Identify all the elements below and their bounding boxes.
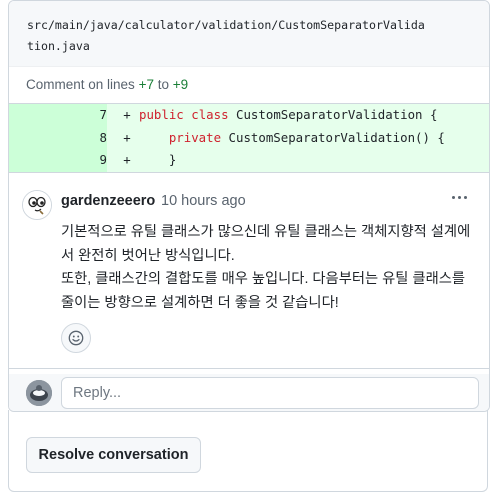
current-user-avatar [26, 380, 52, 406]
author-avatar-image [23, 191, 51, 220]
comment-on-to: to [153, 77, 173, 92]
reply-area [9, 374, 489, 411]
code-rest: } [168, 152, 177, 168]
review-thread-card: src/main/java/calculator/validation/Cust… [8, 0, 490, 412]
keyword: private [168, 129, 222, 145]
diff-code: private CustomSeparatorValidation() { [139, 127, 445, 150]
comment-on-prefix: Comment on lines [26, 77, 139, 92]
diff-add-sign: + [123, 152, 131, 168]
diff-line-number: 9 [9, 149, 107, 173]
file-path-line-1: src/main/java/calculator/validation/Cust… [27, 18, 425, 32]
author-avatar[interactable] [22, 190, 52, 221]
smiley-icon[interactable] [61, 323, 91, 354]
diff-line: 7 + public class CustomSeparatorValidati… [9, 104, 489, 127]
diff-hunk: 7 + public class CustomSeparatorValidati… [9, 104, 489, 174]
keyword: class [191, 107, 229, 122]
review-comment: gardenzeeero 10 hours ago 기본적으로 유틸 클래스가 … [9, 173, 489, 370]
comment-timestamp[interactable]: 10 hours ago [161, 193, 246, 209]
comment-paragraph: 기본적으로 유틸 클래스가 많으신데 유틸 클래스는 객체지향적 설계에서 완전… [61, 224, 471, 264]
diff-line-number: 7 [9, 104, 107, 127]
diff-line-number: 8 [9, 126, 107, 150]
comment-paragraph: 또한, 클래스간의 결합도를 매우 높입니다. 다음부터는 유틸 클래스를 줄이… [61, 271, 466, 311]
code-rest: CustomSeparatorValidation { [236, 107, 438, 122]
line-start-ref[interactable]: +7 [139, 77, 154, 92]
comment-body: 기본적으로 유틸 클래스가 많으신데 유틸 클래스는 객체지향적 설계에서 완전… [61, 221, 481, 315]
line-end-ref[interactable]: +9 [173, 77, 188, 92]
file-path-header: src/main/java/calculator/validation/Cust… [9, 1, 489, 67]
reply-input[interactable] [61, 377, 479, 409]
code-rest: CustomSeparatorValidation() { [228, 129, 445, 145]
comment-on-lines: Comment on lines +7 to +9 [9, 67, 489, 104]
kebab-horizontal-icon[interactable] [445, 185, 473, 209]
diff-code: } [139, 149, 176, 172]
diff-line: 9 + } [9, 149, 489, 173]
diff-add-sign: + [123, 107, 131, 122]
diff-add-sign: + [123, 129, 131, 145]
keyword: public [139, 107, 184, 122]
comment-author[interactable]: gardenzeeero [61, 193, 155, 209]
diff-line: 8 + private CustomSeparatorValidation() … [9, 126, 489, 150]
file-path-line-2: tion.java [27, 39, 90, 53]
diff-code: public class CustomSeparatorValidation { [139, 104, 437, 127]
resolve-conversation-button[interactable]: Resolve conversation [26, 437, 201, 473]
